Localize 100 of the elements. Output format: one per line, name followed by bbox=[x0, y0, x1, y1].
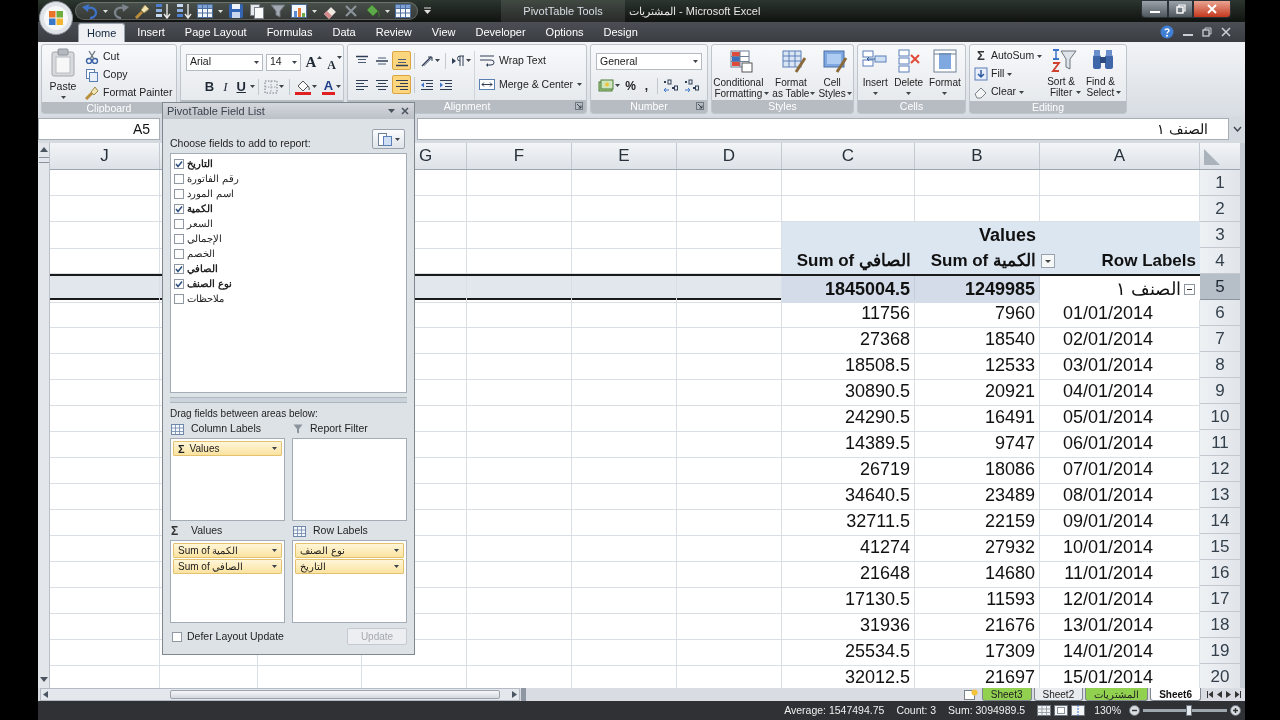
command-button[interactable]: Cell Styles bbox=[818, 48, 852, 99]
row-header[interactable]: 7 bbox=[1200, 326, 1240, 352]
command-button[interactable]: Find & Select bbox=[1086, 47, 1121, 98]
command-button[interactable]: Fill bbox=[974, 65, 1043, 83]
bucket-icon[interactable] bbox=[364, 3, 380, 19]
field-name[interactable]: التاريخ bbox=[187, 157, 213, 170]
close-button[interactable] bbox=[1193, 0, 1231, 18]
caret-icon[interactable] bbox=[272, 447, 277, 450]
caret-icon[interactable] bbox=[810, 92, 816, 95]
command-button[interactable]: Wrap Text bbox=[479, 51, 583, 70]
funnel-icon[interactable] bbox=[270, 3, 286, 19]
command-button[interactable]: Sort & Filter bbox=[1047, 47, 1081, 98]
caret-icon[interactable] bbox=[218, 9, 223, 13]
caret-icon[interactable] bbox=[394, 565, 399, 568]
chart-icon[interactable] bbox=[291, 4, 307, 18]
layout-button[interactable] bbox=[372, 129, 405, 149]
column-header[interactable]: A bbox=[1113, 143, 1126, 169]
caret-icon[interactable] bbox=[615, 84, 620, 87]
save-icon[interactable] bbox=[228, 3, 244, 19]
caret-icon[interactable] bbox=[253, 60, 259, 64]
scrollbar-thumb[interactable] bbox=[170, 690, 500, 699]
checkbox[interactable] bbox=[174, 188, 184, 199]
slider-thumb[interactable] bbox=[1186, 705, 1193, 716]
caret-icon[interactable] bbox=[1037, 54, 1043, 58]
grow-font-button[interactable]: A bbox=[304, 53, 324, 71]
font-size-field[interactable]: 14 bbox=[265, 53, 302, 71]
ribbon-tab[interactable]: View bbox=[423, 23, 464, 42]
zoom-out-icon[interactable] bbox=[1129, 705, 1140, 716]
percent-style-button[interactable]: % bbox=[623, 76, 638, 95]
sheet-tab[interactable]: Sheet6 bbox=[1150, 688, 1201, 701]
sheet-tab[interactable]: المشتريات bbox=[1085, 688, 1149, 701]
ribbon-tab[interactable]: Formulas bbox=[258, 23, 321, 42]
bold-button[interactable]: B bbox=[202, 77, 217, 96]
row-header[interactable]: 17 bbox=[1200, 586, 1240, 612]
sort-descending-icon[interactable] bbox=[176, 3, 192, 19]
checkbox[interactable] bbox=[174, 203, 184, 214]
number-format-field[interactable]: General bbox=[596, 53, 702, 70]
checkbox[interactable] bbox=[174, 158, 184, 169]
command-button[interactable]: Σ AutoSum bbox=[974, 47, 1043, 65]
checkbox[interactable] bbox=[174, 233, 184, 244]
normal-view-icon[interactable] bbox=[1037, 705, 1052, 716]
increase-decimal-button[interactable] bbox=[661, 76, 681, 95]
cross-icon[interactable] bbox=[343, 3, 359, 19]
field-name[interactable]: السعر bbox=[187, 217, 213, 230]
caret-icon[interactable] bbox=[906, 92, 912, 95]
ribbon-tab[interactable]: Developer bbox=[467, 23, 534, 42]
pages-icon[interactable] bbox=[249, 3, 265, 19]
row-header[interactable]: 16 bbox=[1200, 560, 1240, 586]
font-color-button[interactable]: A bbox=[319, 77, 343, 96]
command-button[interactable]: Format bbox=[929, 48, 961, 95]
sort-ascending-icon[interactable] bbox=[155, 3, 171, 19]
zoom-in-icon[interactable] bbox=[1230, 705, 1241, 716]
paste-button[interactable]: Paste bbox=[45, 47, 81, 99]
field-name[interactable]: الإجمالي bbox=[187, 232, 222, 245]
scroll-down-icon[interactable] bbox=[39, 677, 48, 682]
field-name[interactable]: ملاحظات bbox=[187, 292, 224, 305]
command-button[interactable]: Clear bbox=[974, 83, 1043, 101]
row-header[interactable]: 19 bbox=[1200, 638, 1240, 664]
row-header[interactable]: 20 bbox=[1200, 664, 1240, 688]
row-header[interactable]: 9 bbox=[1200, 378, 1240, 404]
sheet-tab[interactable]: Sheet2 bbox=[1033, 688, 1084, 701]
font-name-field[interactable]: Arial bbox=[186, 53, 263, 71]
ribbon-tab[interactable]: Review bbox=[367, 23, 420, 42]
page-layout-view-icon[interactable] bbox=[1054, 705, 1069, 716]
ribbon-tab[interactable]: Page Layout bbox=[176, 23, 255, 42]
last-sheet-icon[interactable] bbox=[1235, 691, 1241, 698]
caret-icon[interactable] bbox=[1019, 90, 1025, 94]
dialog-launcher-icon[interactable] bbox=[575, 102, 583, 110]
scroll-right-icon[interactable] bbox=[512, 691, 517, 698]
drop-area[interactable]: نوع الصنف التاريخ bbox=[292, 540, 407, 623]
caret-icon[interactable] bbox=[1007, 72, 1013, 76]
checkbox[interactable] bbox=[174, 218, 184, 229]
row-header[interactable]: 8 bbox=[1200, 352, 1240, 378]
dialog-launcher-icon[interactable] bbox=[696, 102, 704, 110]
page-break-view-icon[interactable] bbox=[1071, 705, 1086, 716]
caret-icon[interactable] bbox=[272, 565, 277, 568]
row-header[interactable]: 1 bbox=[1200, 170, 1240, 196]
checkbox[interactable] bbox=[174, 248, 184, 259]
expand-icon[interactable] bbox=[1233, 126, 1242, 132]
comma-style-button[interactable]: , bbox=[639, 76, 654, 95]
caret-icon[interactable] bbox=[394, 137, 400, 141]
command-button[interactable]: Insert bbox=[862, 48, 889, 95]
caret-icon[interactable] bbox=[394, 549, 399, 552]
panel-menu-caret-icon[interactable] bbox=[388, 109, 395, 113]
caret-icon[interactable] bbox=[942, 92, 948, 95]
column-header[interactable]: G bbox=[419, 143, 433, 169]
table-icon[interactable] bbox=[197, 4, 213, 18]
field-name[interactable]: الخصم bbox=[187, 247, 215, 260]
formula-input[interactable]: الصنف ١ bbox=[417, 118, 1229, 140]
area-field-button[interactable]: التاريخ bbox=[295, 559, 404, 574]
first-sheet-icon[interactable] bbox=[1207, 691, 1213, 698]
checkbox[interactable] bbox=[172, 631, 182, 642]
ribbon-tab[interactable]: Home bbox=[78, 23, 126, 42]
area-field-button[interactable]: Sum of الصافي bbox=[173, 559, 282, 574]
filter-dropdown-icon[interactable] bbox=[1041, 254, 1055, 268]
column-header[interactable]: E bbox=[618, 143, 630, 169]
drop-area[interactable]: Sum of الكمية Sum of الصافي bbox=[170, 540, 285, 623]
caret-icon[interactable] bbox=[435, 59, 440, 62]
restore-button[interactable] bbox=[1168, 0, 1193, 18]
align-button[interactable] bbox=[392, 75, 411, 94]
